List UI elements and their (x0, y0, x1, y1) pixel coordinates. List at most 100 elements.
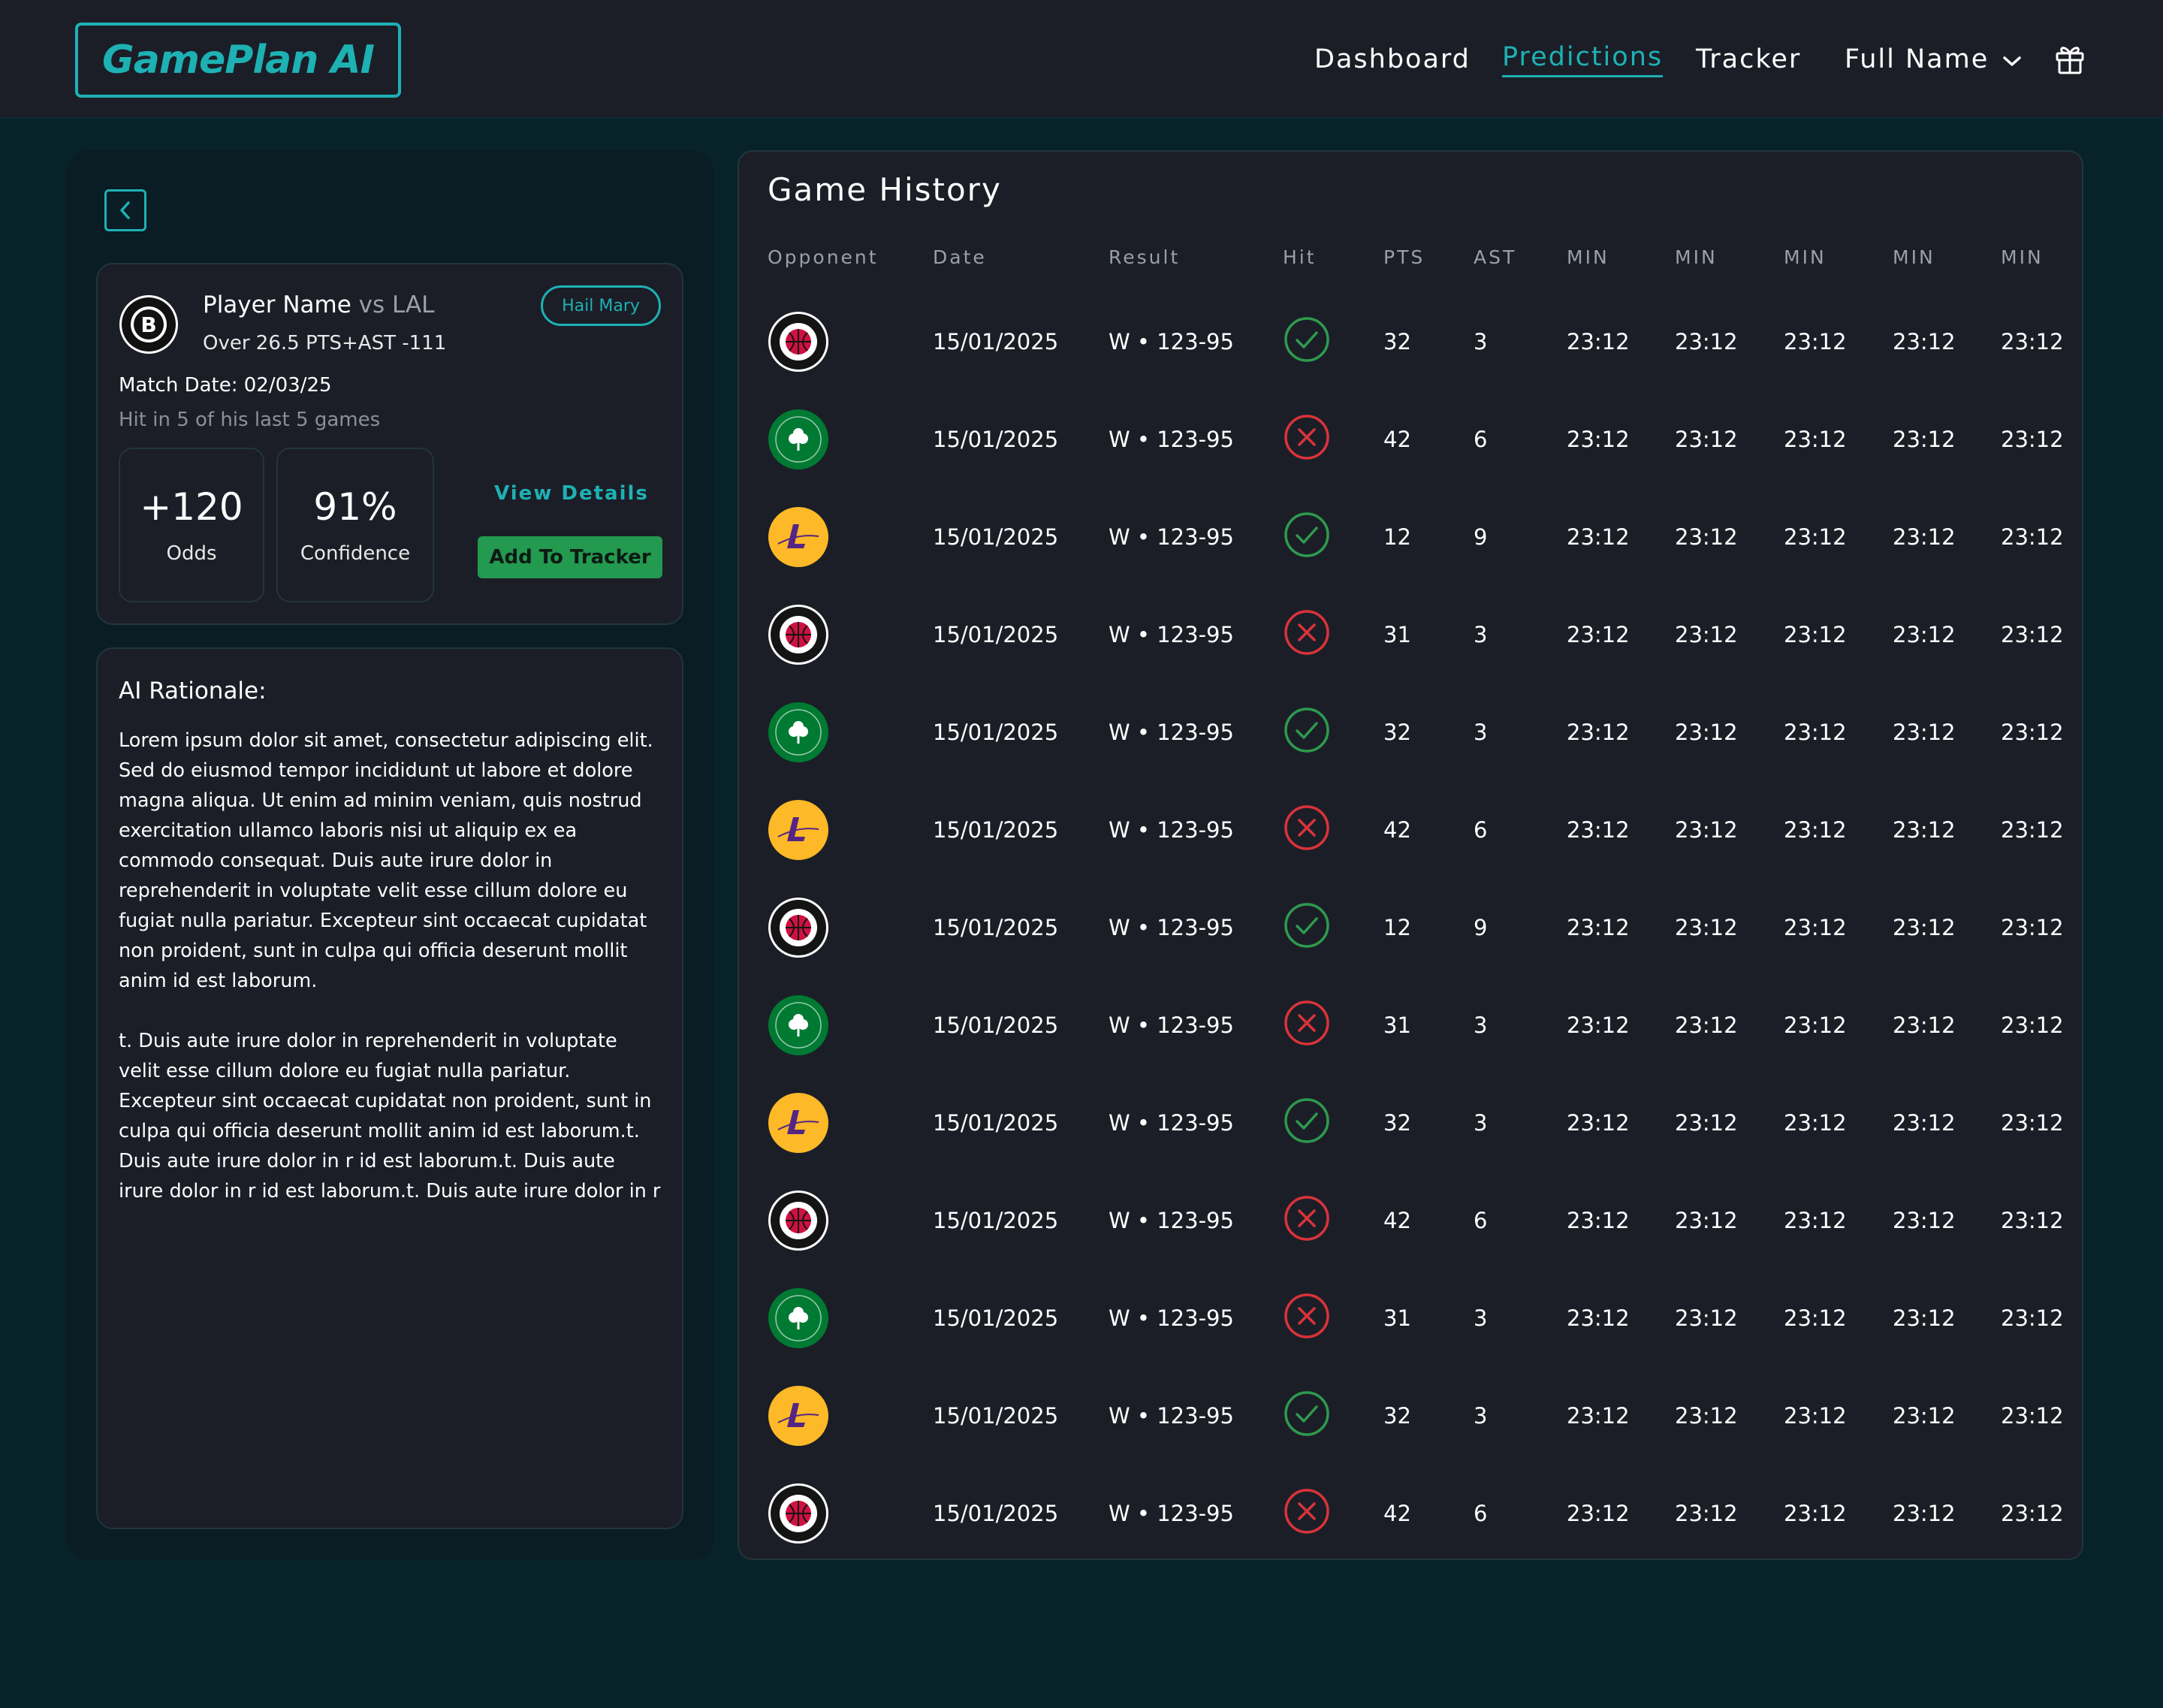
col-header-pts: PTS (1383, 246, 1425, 268)
minutes-value: 23:12 (1893, 817, 1956, 843)
view-details-link[interactable]: View Details (479, 482, 664, 505)
chevron-left-icon (120, 201, 130, 219)
assists-value: 9 (1474, 915, 1488, 940)
minutes-value: 23:12 (1675, 720, 1738, 745)
svg-text:B: B (140, 312, 156, 337)
table-row[interactable]: 15/01/2025 W • 123-95 31 3 23:12 23:12 23:12 23… (739, 586, 2085, 684)
hit-status-cell (1283, 684, 1331, 781)
table-row[interactable]: 15/01/2025 W • 123-95 31 3 23:12 23:12 23:12 23… (739, 976, 2085, 1074)
col-header-date: Date (933, 246, 987, 268)
minutes-value: 23:12 (1893, 1305, 1956, 1331)
table-row[interactable]: 15/01/2025 W • 123-95 32 3 23:12 23:12 23:12 23… (739, 1367, 2085, 1465)
minutes-value: 23:12 (1784, 427, 1847, 452)
nav-predictions[interactable]: Predictions (1502, 0, 1664, 119)
gift-icon[interactable] (2054, 44, 2086, 75)
minutes-value: 23:12 (1675, 1403, 1738, 1429)
nav-predictions-label: Predictions (1502, 42, 1664, 77)
minutes-value: 23:12 (1675, 817, 1738, 843)
game-result: W • 123-95 (1109, 524, 1234, 550)
risk-tag: Hail Mary (541, 285, 661, 326)
raptors-logo-icon (768, 1190, 829, 1251)
minutes-value: 23:12 (1784, 622, 1847, 647)
minutes-value: 23:12 (1567, 1501, 1630, 1526)
minutes-value: 23:12 (1567, 1403, 1630, 1429)
hit-status-cell (1283, 1172, 1331, 1269)
add-to-tracker-button[interactable]: Add To Tracker (478, 536, 662, 578)
match-date: Match Date: 02/03/25 (119, 374, 332, 397)
x-circle-icon (1283, 804, 1331, 857)
odds-value: +120 (140, 485, 243, 529)
check-circle-icon (1283, 1097, 1331, 1150)
table-row[interactable]: 15/01/2025 W • 123-95 42 6 23:12 23:12 23:12 23… (739, 391, 2085, 488)
x-circle-icon (1283, 1292, 1331, 1345)
nav-tracker[interactable]: Tracker (1696, 0, 1801, 119)
table-row[interactable]: 15/01/2025 W • 123-95 12 9 23:12 23:12 23:12 23… (739, 488, 2085, 586)
minutes-value: 23:12 (2001, 1208, 2064, 1233)
confidence-value: 91% (313, 485, 397, 529)
bet-line: Over 26.5 PTS+AST -111 (203, 332, 447, 355)
minutes-value: 23:12 (1567, 329, 1630, 355)
minutes-value: 23:12 (1567, 1012, 1630, 1038)
col-header-min: MIN (1567, 246, 1609, 268)
minutes-value: 23:12 (1784, 1305, 1847, 1331)
lakers-logo-icon (768, 1092, 829, 1154)
minutes-value: 23:12 (1784, 1012, 1847, 1038)
back-button[interactable] (104, 189, 146, 231)
nav-dashboard[interactable]: Dashboard (1314, 0, 1471, 119)
table-row[interactable]: 15/01/2025 W • 123-95 32 3 23:12 23:12 23:12 23… (739, 684, 2085, 781)
game-date: 15/01/2025 (933, 329, 1059, 355)
game-date: 15/01/2025 (933, 720, 1059, 745)
minutes-value: 23:12 (1567, 720, 1630, 745)
raptors-logo-icon (768, 1483, 829, 1544)
minutes-value: 23:12 (2001, 817, 2064, 843)
confidence-label: Confidence (300, 542, 411, 565)
table-row[interactable]: 15/01/2025 W • 123-95 12 9 23:12 23:12 23:12 23… (739, 879, 2085, 976)
game-result: W • 123-95 (1109, 1403, 1234, 1429)
points-value: 31 (1383, 622, 1411, 647)
game-result: W • 123-95 (1109, 915, 1234, 940)
hit-status-cell (1283, 1074, 1331, 1172)
nets-logo-icon: B (119, 294, 179, 355)
minutes-value: 23:12 (1893, 524, 1956, 550)
assists-value: 3 (1474, 622, 1488, 647)
game-result: W • 123-95 (1109, 329, 1234, 355)
opponent-logo-cell (768, 781, 829, 879)
check-circle-icon (1283, 706, 1331, 759)
minutes-value: 23:12 (2001, 427, 2064, 452)
assists-value: 3 (1474, 1305, 1488, 1331)
minutes-value: 23:12 (1567, 817, 1630, 843)
table-row[interactable]: 15/01/2025 W • 123-95 42 6 23:12 23:12 23:12 23… (739, 1465, 2085, 1562)
assists-value: 3 (1474, 1110, 1488, 1136)
opponent-label: vs LAL (358, 291, 435, 318)
user-menu[interactable]: Full Name (1845, 0, 2022, 119)
table-row[interactable]: 15/01/2025 W • 123-95 32 3 23:12 23:12 23:12 23… (739, 1074, 2085, 1172)
game-date: 15/01/2025 (933, 622, 1059, 647)
table-row[interactable]: 15/01/2025 W • 123-95 42 6 23:12 23:12 23:12 23… (739, 1172, 2085, 1269)
points-value: 31 (1383, 1305, 1411, 1331)
gameplan-logo[interactable]: GamePlan AI (75, 23, 401, 98)
check-circle-icon (1283, 901, 1331, 955)
minutes-value: 23:12 (1567, 1305, 1630, 1331)
check-circle-icon (1283, 1390, 1331, 1443)
minutes-value: 23:12 (1893, 1110, 1956, 1136)
game-date: 15/01/2025 (933, 1110, 1059, 1136)
check-circle-icon (1283, 511, 1331, 564)
table-row[interactable]: 15/01/2025 W • 123-95 32 3 23:12 23:12 23:12 23… (739, 293, 2085, 391)
game-date: 15/01/2025 (933, 1305, 1059, 1331)
opponent-logo-cell (768, 879, 829, 976)
table-row[interactable]: 15/01/2025 W • 123-95 42 6 23:12 23:12 23:12 23… (739, 781, 2085, 879)
assists-value: 3 (1474, 329, 1488, 355)
minutes-value: 23:12 (1893, 329, 1956, 355)
minutes-value: 23:12 (1784, 329, 1847, 355)
minutes-value: 23:12 (1893, 720, 1956, 745)
table-row[interactable]: 15/01/2025 W • 123-95 31 3 23:12 23:12 23:12 23… (739, 1269, 2085, 1367)
col-header-result: Result (1109, 246, 1181, 268)
pick-card: B Player Name vs LAL Over 26.5 PTS+AST -… (96, 263, 683, 625)
col-header-opponent: Opponent (768, 246, 879, 268)
col-header-min: MIN (2001, 246, 2044, 268)
game-date: 15/01/2025 (933, 427, 1059, 452)
hit-status-cell (1283, 1269, 1331, 1367)
minutes-value: 23:12 (1567, 622, 1630, 647)
game-result: W • 123-95 (1109, 1208, 1234, 1233)
nav-dashboard-label: Dashboard (1314, 44, 1471, 74)
